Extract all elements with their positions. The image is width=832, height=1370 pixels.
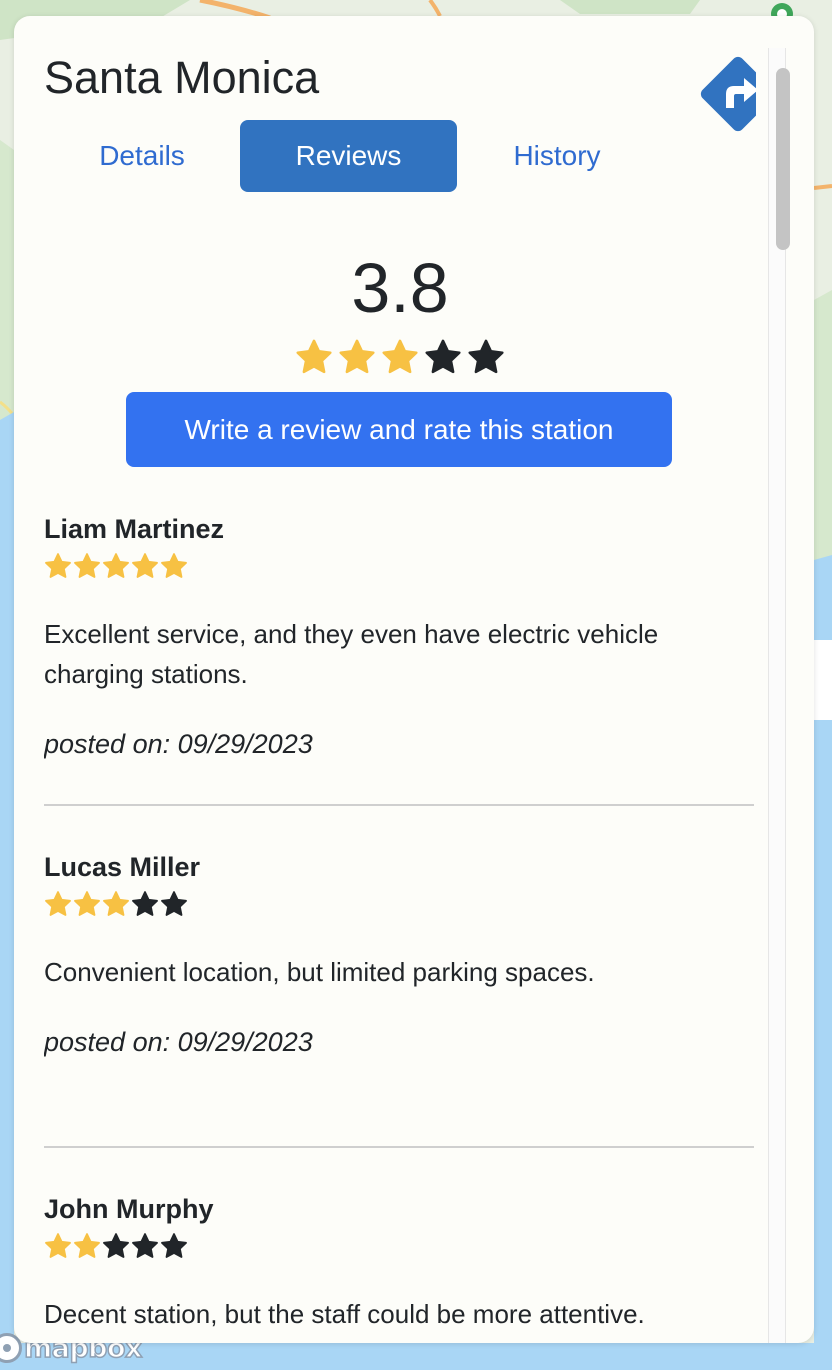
panel-content[interactable]: Santa Monica Details Reviews History 3.8… xyxy=(44,16,756,1343)
review-date: posted on: 09/29/2023 xyxy=(44,1027,313,1057)
star-empty-icon xyxy=(160,1232,188,1260)
star-filled-icon xyxy=(44,890,72,918)
review-item: John Murphy Decent station, but the staf… xyxy=(44,1192,754,1343)
station-panel: Santa Monica Details Reviews History 3.8… xyxy=(14,16,814,1343)
overall-rating-stars xyxy=(295,338,505,376)
write-review-button[interactable]: Write a review and rate this station xyxy=(126,392,672,467)
star-filled-icon xyxy=(102,890,130,918)
star-filled-icon xyxy=(160,552,188,580)
reviewer-name: John Murphy xyxy=(44,1194,214,1224)
star-filled-icon xyxy=(381,338,419,376)
review-item: Liam Martinez Excellent service, and the… xyxy=(44,512,754,806)
star-filled-icon xyxy=(338,338,376,376)
station-title: Santa Monica xyxy=(44,52,320,103)
star-filled-icon xyxy=(44,1232,72,1260)
star-empty-icon xyxy=(160,890,188,918)
star-filled-icon xyxy=(295,338,333,376)
turn-right-arrow-icon xyxy=(700,56,756,132)
review-text: Convenient location, but limited parking… xyxy=(44,957,595,987)
star-empty-icon xyxy=(131,1232,159,1260)
tab-reviews[interactable]: Reviews xyxy=(240,120,457,192)
star-empty-icon xyxy=(102,1232,130,1260)
review-stars xyxy=(44,890,754,918)
review-date: posted on: 09/29/2023 xyxy=(44,729,313,759)
star-filled-icon xyxy=(73,552,101,580)
reviewer-name: Lucas Miller xyxy=(44,852,201,882)
star-filled-icon xyxy=(44,552,72,580)
star-filled-icon xyxy=(102,552,130,580)
tab-bar: Details Reviews History xyxy=(44,120,664,192)
tab-details[interactable]: Details xyxy=(44,120,240,192)
star-filled-icon xyxy=(73,1232,101,1260)
star-filled-icon xyxy=(131,552,159,580)
reviews-list: Liam Martinez Excellent service, and the… xyxy=(44,512,754,1343)
reviewer-name: Liam Martinez xyxy=(44,514,225,544)
directions-button[interactable] xyxy=(690,46,756,142)
review-item: Lucas Miller Convenient location, but li… xyxy=(44,850,754,1148)
star-empty-icon xyxy=(131,890,159,918)
star-filled-icon xyxy=(73,890,101,918)
overall-rating: 3.8 xyxy=(351,249,449,327)
scrollbar-thumb[interactable] xyxy=(776,68,790,250)
star-empty-icon xyxy=(424,338,462,376)
star-empty-icon xyxy=(467,338,505,376)
review-stars xyxy=(44,552,754,580)
review-text: Excellent service, and they even have el… xyxy=(44,619,659,689)
tab-history[interactable]: History xyxy=(457,120,657,192)
review-stars xyxy=(44,1232,754,1260)
review-text: Decent station, but the staff could be m… xyxy=(44,1299,645,1329)
